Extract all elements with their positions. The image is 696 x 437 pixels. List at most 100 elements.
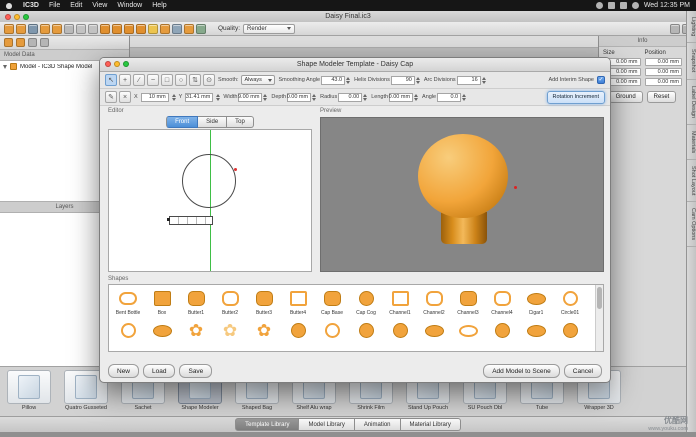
camera-icon[interactable] (172, 24, 182, 34)
minimize-button[interactable] (14, 14, 20, 20)
menu-item[interactable]: Window (112, 0, 147, 11)
rotate-icon[interactable] (112, 24, 122, 34)
side-tab[interactable]: Snapshot (687, 43, 696, 79)
delete-point-icon[interactable]: × (119, 91, 131, 103)
line-icon[interactable]: ∕ (133, 74, 145, 86)
save-icon[interactable] (28, 24, 38, 34)
shape-item[interactable] (179, 319, 213, 342)
wifi-icon[interactable] (608, 2, 615, 9)
menu-item[interactable]: View (87, 0, 112, 11)
menu-item[interactable]: Help (147, 0, 171, 11)
circle-icon[interactable]: ○ (175, 74, 187, 86)
x-stepper[interactable] (172, 94, 176, 101)
dialog-titlebar[interactable]: Shape Modeler Template - Daisy Cap (100, 58, 610, 72)
menubar-clock[interactable]: Wed 12:35 PM (644, 2, 690, 9)
editor-view-tab[interactable]: Front (166, 116, 198, 128)
close-button[interactable] (5, 14, 11, 20)
shape-item[interactable]: Butter1 (179, 287, 213, 317)
number-input[interactable]: 0.00 mm (287, 93, 311, 102)
shape-item[interactable] (383, 319, 417, 342)
stepper[interactable] (263, 94, 267, 101)
shapes-scrollbar[interactable] (595, 285, 603, 351)
side-tab[interactable]: Label Design (687, 80, 696, 125)
shape-item[interactable]: Butter2 (213, 287, 247, 317)
library-tab[interactable]: Template Library (235, 418, 299, 431)
stepper[interactable] (346, 77, 350, 84)
shape-item[interactable]: Channel1 (383, 287, 417, 317)
preview-canvas[interactable] (320, 117, 604, 272)
side-tab[interactable]: Shot Layout (687, 160, 696, 202)
save-button[interactable]: Save (179, 364, 212, 378)
rotation-increment-button[interactable]: Rotation Increment (547, 91, 605, 104)
export-icon[interactable] (52, 24, 62, 34)
editor-view-tab[interactable]: Side (198, 116, 227, 128)
light-icon[interactable] (148, 24, 158, 34)
group-icon[interactable] (16, 38, 25, 47)
number-input[interactable]: 16 (457, 76, 481, 85)
pointer-icon[interactable]: ↖ (105, 74, 117, 86)
shape-item[interactable] (281, 319, 315, 342)
stepper[interactable] (363, 94, 367, 101)
import-icon[interactable] (40, 24, 50, 34)
move-icon[interactable] (100, 24, 110, 34)
load-button[interactable]: Load (143, 364, 175, 378)
profile-neck-rect[interactable] (169, 216, 213, 225)
stepper[interactable] (482, 77, 486, 84)
cancel-button[interactable]: Cancel (564, 364, 602, 378)
smooth-select[interactable]: Always (241, 75, 275, 85)
library-tab[interactable]: Animation (355, 418, 401, 431)
redo-icon[interactable] (88, 24, 98, 34)
stepper[interactable] (414, 94, 418, 101)
disclosure-icon[interactable] (3, 65, 7, 69)
shape-item[interactable]: Channel2 (417, 287, 451, 317)
trash-icon[interactable] (40, 38, 49, 47)
side-tab[interactable]: Cam Options (687, 202, 696, 247)
dialog-close-button[interactable] (105, 61, 111, 67)
shape-item[interactable]: Butter4 (281, 287, 315, 317)
dialog-minimize-button[interactable] (114, 61, 120, 67)
environment-icon[interactable] (196, 24, 206, 34)
library-tab[interactable]: Model Library (299, 418, 354, 431)
position-value-field[interactable]: 0.00 mm (645, 58, 683, 66)
number-input[interactable]: 0.00 (338, 93, 362, 102)
shape-item[interactable] (315, 319, 349, 342)
battery-icon[interactable] (620, 2, 627, 9)
shape-item[interactable] (451, 319, 485, 342)
shape-item[interactable] (417, 319, 451, 342)
scrollbar-thumb[interactable] (597, 287, 602, 309)
library-tab[interactable]: Material Library (401, 418, 461, 431)
shape-item[interactable]: Cigar1 (519, 287, 553, 317)
add-point-icon[interactable]: + (119, 74, 131, 86)
number-input[interactable]: 9.00 mm (238, 93, 262, 102)
point-handle[interactable] (167, 218, 170, 221)
quality-select[interactable]: Render (243, 24, 295, 34)
shape-item[interactable]: Bent Bottle (111, 287, 145, 317)
shape-item[interactable]: Cap Cog (349, 287, 383, 317)
interim-shape-checkbox[interactable] (597, 76, 605, 84)
stepper[interactable] (312, 94, 316, 101)
new-button[interactable]: New (108, 364, 139, 378)
align-icon[interactable] (136, 24, 146, 34)
side-tab[interactable]: Materials (687, 125, 696, 160)
grid-icon[interactable] (670, 24, 680, 34)
side-tab[interactable]: Lighting (687, 11, 696, 43)
shape-item[interactable]: Channel3 (451, 287, 485, 317)
dialog-zoom-button[interactable] (123, 61, 129, 67)
shape-item[interactable] (485, 319, 519, 342)
stepper[interactable] (416, 77, 420, 84)
shape-item[interactable]: Channel4 (485, 287, 519, 317)
editor-canvas[interactable] (108, 129, 312, 272)
shape-item[interactable]: Cap Base (315, 287, 349, 317)
mirror-icon[interactable]: ⇅ (189, 74, 201, 86)
selected-point[interactable] (234, 168, 237, 171)
shape-item[interactable] (213, 319, 247, 342)
menu-item[interactable]: File (44, 0, 65, 11)
add-model-to-scene-button[interactable]: Add Model to Scene (483, 364, 560, 378)
position-value-field[interactable]: 0.00 mm (645, 68, 683, 76)
open-icon[interactable] (16, 24, 26, 34)
ground-button[interactable]: Ground (609, 91, 643, 103)
position-value-field[interactable]: 0.00 mm (645, 78, 683, 86)
apple-menu-icon[interactable] (6, 3, 12, 9)
y-stepper[interactable] (216, 94, 220, 101)
number-input[interactable]: 0.00 mm (389, 93, 413, 102)
